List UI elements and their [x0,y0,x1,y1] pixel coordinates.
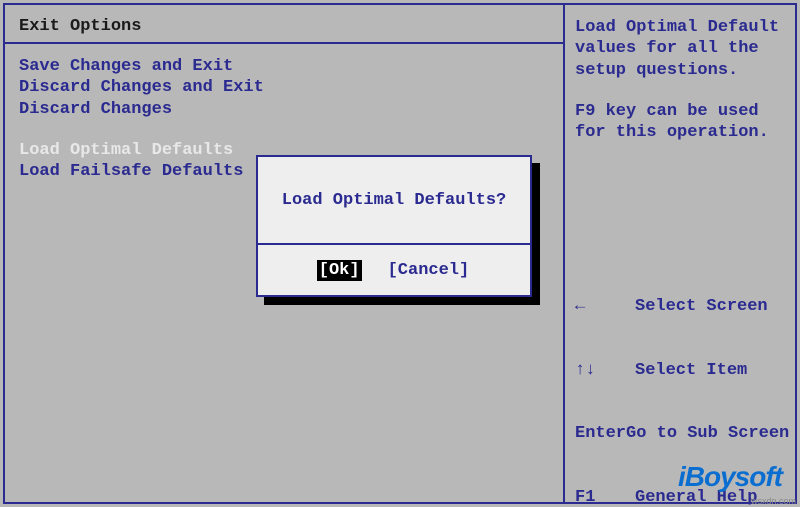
menu-discard[interactable]: Discard Changes [19,99,549,120]
legend-key-updown: ↑↓ [575,360,635,381]
source-text: wsxdn.com [751,496,796,506]
menu-discard-exit[interactable]: Discard Changes and Exit [19,77,549,98]
title-divider [5,42,563,44]
watermark-logo: iBoysoft [678,461,782,493]
help-text-1: Load Optimal Default values for all the … [575,17,785,81]
menu-save-exit[interactable]: Save Changes and Exit [19,56,549,77]
confirm-dialog: Load Optimal Defaults? [Ok] [Cancel] [256,155,532,297]
ok-button[interactable]: [Ok] [317,260,362,281]
help-text-2: F9 key can be used for this operation. [575,101,785,144]
legend-key-enter: Enter [575,423,626,444]
legend-label-sub: Go to Sub Screen [626,423,789,444]
right-panel: Load Optimal Default values for all the … [565,5,795,502]
page-title: Exit Options [19,17,549,36]
legend-label-screen: Select Screen [635,296,768,317]
dialog-message: Load Optimal Defaults? [258,157,530,245]
cancel-button[interactable]: [Cancel] [386,260,472,281]
dialog-buttons: [Ok] [Cancel] [258,245,530,295]
legend-key-f1: F1 [575,487,635,507]
legend-key-left: ← [575,296,635,317]
legend-label-item: Select Item [635,360,747,381]
